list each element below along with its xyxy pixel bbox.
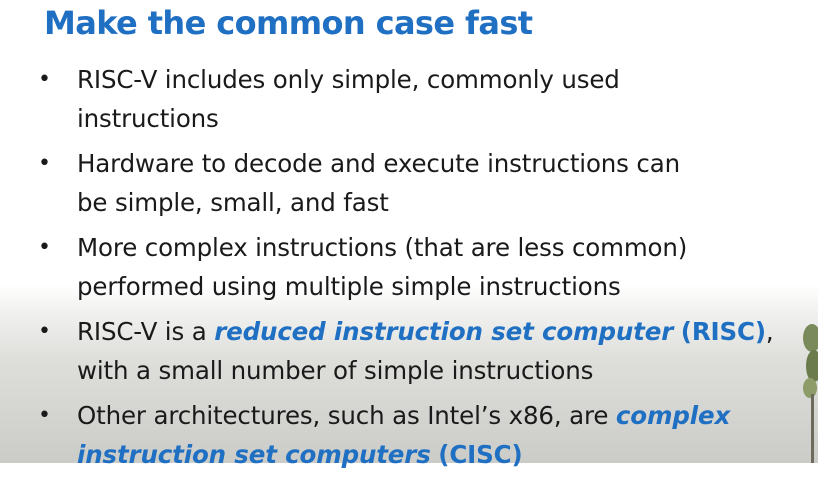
bullet-dot-icon: • xyxy=(38,235,51,260)
bullet-item: • More complex instructions (that are le… xyxy=(0,228,777,306)
bullet-dot-icon: • xyxy=(38,67,51,92)
bullet-text: Other architectures, such as Intel’s x86… xyxy=(77,401,616,430)
bullet-text-line: More complex instructions (that are less… xyxy=(77,233,688,262)
background-plant-image xyxy=(803,324,818,463)
bullet-item: • RISC-V is a reduced instruction set co… xyxy=(0,312,777,390)
bullet-text-line: performed using multiple simple instruct… xyxy=(77,272,621,301)
bullet-text-line: RISC-V includes only simple, commonly us… xyxy=(77,65,620,94)
bullet-text: , xyxy=(765,317,774,346)
bullet-text-line: with a small number of simple instructio… xyxy=(77,356,594,385)
bullet-item: • Hardware to decode and execute instruc… xyxy=(0,144,777,222)
bullet-item: • RISC-V includes only simple, commonly … xyxy=(0,60,777,138)
slide: Make the common case fast • RISC-V inclu… xyxy=(0,0,818,469)
slide-title: Make the common case fast xyxy=(44,4,533,42)
bullet-dot-icon: • xyxy=(38,319,51,344)
term-abbreviation: (RISC) xyxy=(680,317,766,346)
bullet-dot-icon: • xyxy=(38,403,51,428)
emphasized-term: instruction set computers xyxy=(77,440,431,469)
emphasized-term: reduced instruction set computer xyxy=(214,317,674,346)
bullet-text-line: be simple, small, and fast xyxy=(77,188,389,217)
bullet-item: • Other architectures, such as Intel’s x… xyxy=(0,396,777,474)
bullet-text: RISC-V is a xyxy=(77,317,215,346)
bullet-list: • RISC-V includes only simple, commonly … xyxy=(0,60,777,480)
term-abbreviation: (CISC) xyxy=(438,440,523,469)
emphasized-term: complex xyxy=(615,401,731,430)
bullet-dot-icon: • xyxy=(38,151,51,176)
bullet-text-line: instructions xyxy=(77,104,219,133)
bullet-text-line: Hardware to decode and execute instructi… xyxy=(77,149,680,178)
spacer-text xyxy=(673,317,681,346)
